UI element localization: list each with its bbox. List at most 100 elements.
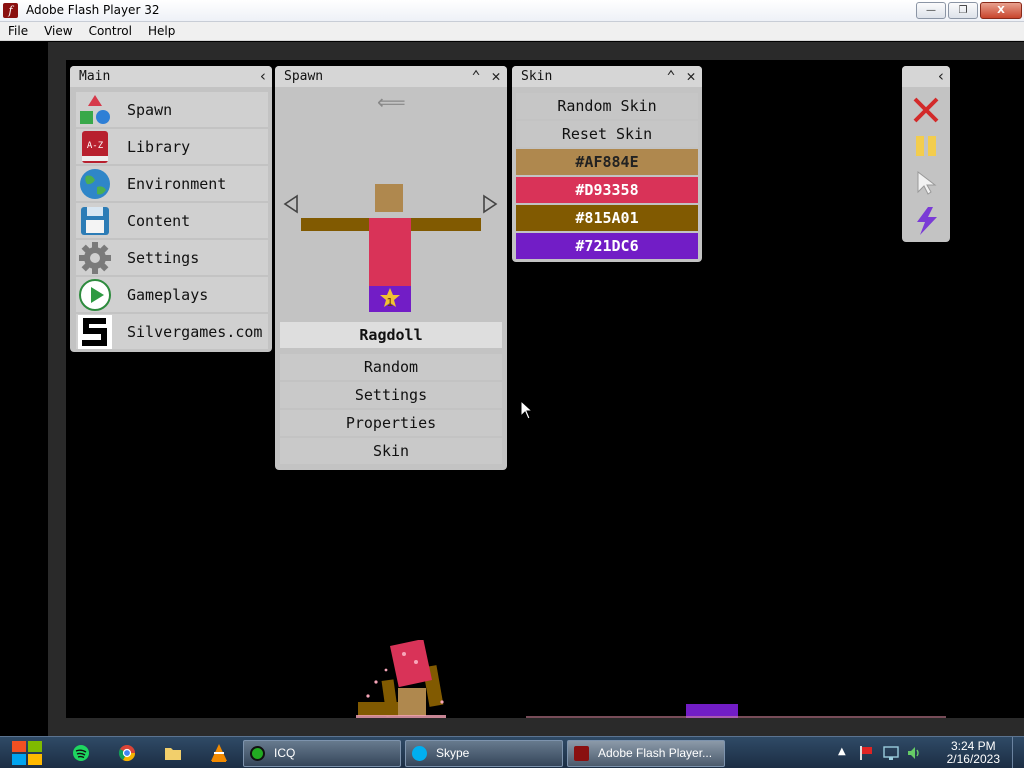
- settings-button[interactable]: Settings: [280, 382, 502, 408]
- task-label: Skype: [436, 746, 470, 760]
- main-item-environment[interactable]: Environment: [76, 166, 268, 201]
- show-desktop-button[interactable]: [1012, 737, 1024, 768]
- menu-view[interactable]: View: [36, 22, 80, 40]
- ragdoll-head: [375, 184, 403, 212]
- close-window-button[interactable]: X: [980, 2, 1022, 19]
- windows-start-icon[interactable]: [10, 739, 44, 767]
- mouse-cursor: [520, 400, 534, 420]
- close-icon[interactable]: ✕: [487, 67, 505, 86]
- close-icon[interactable]: ✕: [682, 67, 700, 86]
- flag-icon[interactable]: [858, 745, 874, 761]
- properties-button[interactable]: Properties: [280, 410, 502, 436]
- preview-badge: 1: [387, 296, 394, 309]
- skin-button[interactable]: Skin: [280, 438, 502, 464]
- collapse-icon[interactable]: ⌃: [662, 67, 680, 86]
- main-panel-title: Main: [79, 69, 111, 84]
- main-panel: Main ‹ Spawn A-Z Library Environment Con…: [70, 66, 272, 352]
- main-item-label: Gameplays: [127, 285, 209, 304]
- globe-icon: [80, 168, 110, 199]
- main-item-label: Silvergames.com: [127, 322, 263, 341]
- main-item-label: Spawn: [127, 100, 173, 119]
- taskbar-task-flash[interactable]: Adobe Flash Player...: [567, 740, 725, 767]
- chevron-left-icon[interactable]: ‹: [932, 67, 950, 86]
- spawn-panel: Spawn ⌃ ✕ ⟸ 1 Ragdoll Random Settings Pr…: [275, 66, 507, 470]
- main-item-silvergames[interactable]: Silvergames.com: [76, 314, 268, 349]
- taskbar-task-skype[interactable]: Skype: [405, 740, 563, 767]
- tools-panel-header: ‹: [902, 66, 950, 87]
- restore-button[interactable]: ❐: [948, 2, 978, 19]
- menu-control[interactable]: Control: [81, 22, 140, 40]
- gear-icon: [79, 241, 111, 274]
- taskbar: ICQ Skype Adobe Flash Player... ▲ 3:24 P…: [0, 736, 1024, 768]
- play-icon: [79, 278, 111, 311]
- skin-swatch-arms[interactable]: #815A01: [516, 205, 698, 231]
- network-icon[interactable]: [882, 745, 900, 761]
- spawn-panel-header: Spawn ⌃ ✕: [275, 66, 507, 87]
- floppy-disk-icon: [81, 206, 109, 235]
- random-button[interactable]: Random: [280, 354, 502, 380]
- main-item-settings[interactable]: Settings: [76, 240, 268, 275]
- window-title: Adobe Flash Player 32: [26, 3, 160, 17]
- menu-file[interactable]: File: [0, 22, 36, 40]
- icq-icon: [250, 746, 265, 761]
- silvergames-logo-icon: [78, 314, 112, 349]
- main-item-gameplays[interactable]: Gameplays: [76, 277, 268, 312]
- minimize-button[interactable]: —: [916, 2, 946, 19]
- ragdoll-selected-button[interactable]: Ragdoll: [280, 322, 502, 348]
- ragdoll-head: [398, 688, 426, 716]
- floor-splatter: [526, 716, 946, 718]
- book-icon-text: A-Z: [87, 141, 104, 151]
- volume-icon[interactable]: [906, 745, 922, 761]
- cursor-icon[interactable]: [916, 170, 938, 196]
- skin-panel-title: Skin: [521, 69, 553, 84]
- ragdoll-torso: [369, 218, 411, 286]
- skin-swatch-legs[interactable]: #721DC6: [516, 233, 698, 259]
- delete-tool-icon[interactable]: [912, 96, 940, 124]
- flash-icon: f: [3, 3, 18, 18]
- flash-icon: [574, 746, 589, 761]
- spawn-panel-title: Spawn: [284, 69, 324, 84]
- chevron-left-icon[interactable]: ‹: [254, 67, 272, 86]
- folder-icon[interactable]: [164, 745, 182, 761]
- tools-panel: ‹: [902, 66, 950, 242]
- pause-icon[interactable]: [914, 134, 938, 158]
- ragdoll-pile[interactable]: [346, 640, 466, 720]
- shapes-icon: [80, 94, 110, 124]
- random-skin-button[interactable]: Random Skin: [516, 93, 698, 119]
- menu-help[interactable]: Help: [140, 22, 183, 40]
- window-controls: — ❐ X: [916, 2, 1022, 19]
- taskbar-task-icq[interactable]: ICQ: [243, 740, 401, 767]
- vlc-icon[interactable]: [210, 743, 228, 763]
- ragdoll-preview: 1: [301, 184, 481, 312]
- triangle-right-icon[interactable]: [482, 194, 498, 214]
- stage-frame: Main ‹ Spawn A-Z Library Environment Con…: [48, 42, 1024, 736]
- game-canvas[interactable]: Main ‹ Spawn A-Z Library Environment Con…: [66, 60, 1024, 718]
- book-icon: A-Z: [82, 130, 108, 163]
- chrome-icon[interactable]: [118, 744, 136, 762]
- task-label: Adobe Flash Player...: [598, 746, 713, 760]
- task-label: ICQ: [274, 746, 296, 760]
- main-item-label: Content: [127, 211, 191, 230]
- main-item-spawn[interactable]: Spawn: [76, 92, 268, 127]
- spotify-icon[interactable]: [72, 744, 90, 762]
- skin-panel-header: Skin ⌃ ✕: [512, 66, 702, 87]
- tray-expand-icon[interactable]: ▲: [838, 746, 846, 757]
- main-panel-header: Main ‹: [70, 66, 272, 87]
- floor-splatter: [356, 715, 446, 718]
- main-item-label: Library: [127, 137, 191, 156]
- lightning-icon[interactable]: [912, 206, 940, 236]
- skin-swatch-head[interactable]: #AF884E: [516, 149, 698, 175]
- reset-skin-button[interactable]: Reset Skin: [516, 121, 698, 147]
- triangle-left-icon[interactable]: [283, 194, 299, 214]
- skype-icon: [412, 746, 427, 761]
- main-item-label: Environment: [127, 174, 227, 193]
- collapse-icon[interactable]: ⌃: [467, 67, 485, 86]
- clock[interactable]: 3:24 PM 2/16/2023: [947, 740, 1000, 766]
- skin-swatch-body[interactable]: #D93358: [516, 177, 698, 203]
- main-item-library[interactable]: A-Z Library: [76, 129, 268, 164]
- back-arrow-icon[interactable]: ⟸: [377, 92, 406, 112]
- window-titlebar: f Adobe Flash Player 32 — ❐ X: [0, 0, 1024, 22]
- menu-bar: File View Control Help: [0, 22, 1024, 41]
- main-item-content[interactable]: Content: [76, 203, 268, 238]
- main-item-label: Settings: [127, 248, 200, 267]
